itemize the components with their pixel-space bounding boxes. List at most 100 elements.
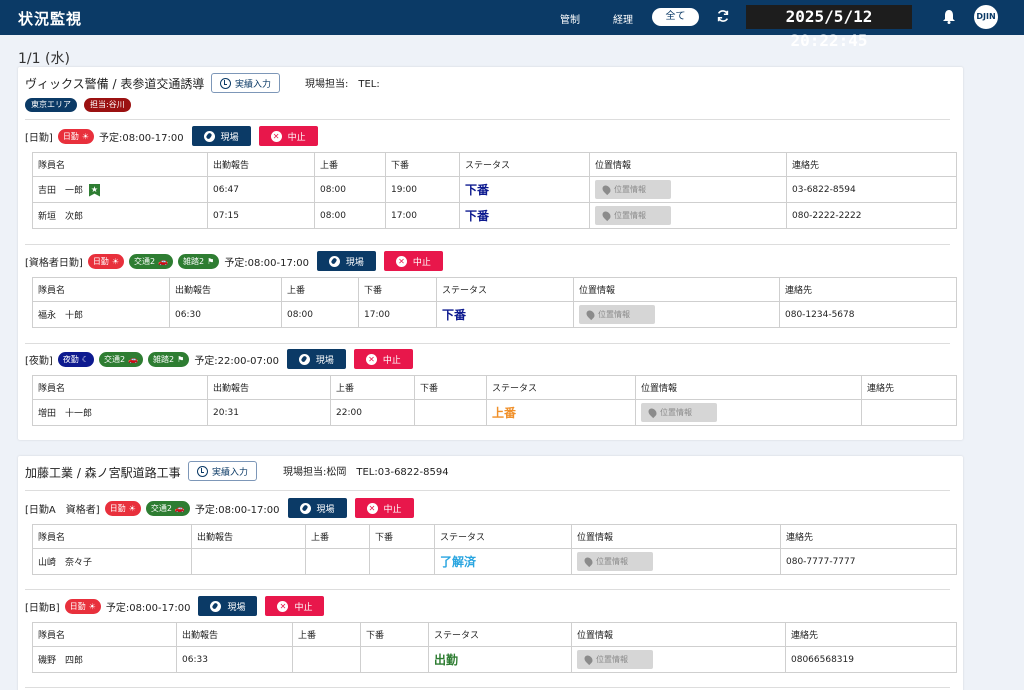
shift-header: [日勤A 資格者] 日勤 ☀ 交通2 🚗 予定:08:00-17:00 現場 ✕ 中止 xyxy=(25,498,414,518)
column-header: 位置情報 xyxy=(589,152,787,177)
location-button[interactable]: 位置情報 xyxy=(577,650,653,669)
filter-all-pill[interactable]: 全て xyxy=(652,8,699,26)
start-cell: 08:00 xyxy=(314,176,386,203)
flag-icon: ⚑ xyxy=(177,354,185,364)
site-button[interactable]: 現場 xyxy=(191,126,251,146)
table-header-row: 隊員名 出勤報告 上番 下番 ステータス 位置情報 連絡先 xyxy=(32,152,957,177)
map-pin-icon xyxy=(584,308,597,321)
column-header: 位置情報 xyxy=(635,375,862,400)
contact-cell: 080-7777-7777 xyxy=(780,548,957,575)
close-icon: ✕ xyxy=(277,600,289,612)
divider xyxy=(25,490,950,491)
shift-label: [日勤] xyxy=(25,132,53,144)
avatar[interactable]: DJIN xyxy=(974,5,998,29)
guard-name-cell: 山崎 奈々子 xyxy=(32,548,192,575)
report-cell: 06:33 xyxy=(176,646,293,673)
refresh-icon[interactable] xyxy=(716,9,730,23)
traffic-chip: 交通2 🚗 xyxy=(98,351,144,367)
status-cell: 了解済 xyxy=(434,548,572,575)
date-heading: 1/1 (水) xyxy=(18,51,70,67)
compass-icon xyxy=(298,353,310,365)
record-entry-button[interactable]: 実績入力 xyxy=(188,461,258,481)
column-header: 下番 xyxy=(414,375,487,400)
report-cell: 06:47 xyxy=(207,176,315,203)
table-row[interactable]: 増田 十一郎 20:31 22:00 上番 位置情報 xyxy=(32,399,957,426)
contact-cell: 080-1234-5678 xyxy=(779,301,957,328)
stop-button[interactable]: ✕ 中止 xyxy=(265,596,325,616)
start-cell: 08:00 xyxy=(314,202,386,229)
site-button[interactable]: 現場 xyxy=(316,251,376,271)
nav-control[interactable]: 管制 xyxy=(560,11,580,26)
table-row[interactable]: 新垣 次郎 07:15 08:00 17:00 下番 位置情報 080-2222… xyxy=(32,202,957,229)
crew-table: 隊員名 出勤報告 上番 下番 ステータス 位置情報 連絡先 福永 十郎 06:3… xyxy=(32,277,957,328)
column-header: 上番 xyxy=(281,277,359,302)
day-shift-chip: 日勤 ☀ xyxy=(64,598,101,614)
table-row[interactable]: 磯野 四郎 06:33 出勤 位置情報 08066568319 xyxy=(32,646,957,673)
area-tag: 東京エリア xyxy=(25,98,77,112)
end-cell xyxy=(369,548,435,575)
status-cell: 下番 xyxy=(459,176,590,203)
traffic-chip: 交通2 🚗 xyxy=(145,500,190,516)
site-button[interactable]: 現場 xyxy=(286,349,346,369)
schedule-text: 予定:08:00-17:00 xyxy=(98,132,184,144)
site-button[interactable]: 現場 xyxy=(198,596,258,616)
stop-button[interactable]: ✕ 中止 xyxy=(353,349,413,369)
contact-cell: 08066568319 xyxy=(785,646,957,673)
record-entry-label: 実績入力 xyxy=(235,79,272,90)
close-icon: ✕ xyxy=(365,353,377,365)
location-button[interactable]: 位置情報 xyxy=(641,403,717,422)
shift-label: [日勤B] xyxy=(25,602,60,614)
report-cell: 06:30 xyxy=(169,301,282,328)
sun-icon: ☀ xyxy=(128,503,136,513)
stop-button[interactable]: ✕ 中止 xyxy=(354,498,414,518)
column-header: 出勤報告 xyxy=(176,622,293,647)
guard-name-cell: 磯野 四郎 xyxy=(32,646,177,673)
clock-icon xyxy=(220,77,231,89)
end-cell: 19:00 xyxy=(385,176,460,203)
column-header: 出勤報告 xyxy=(169,277,282,302)
record-entry-button[interactable]: 実績入力 xyxy=(211,73,281,93)
shift-header: [夜勤] 夜勤 ☾ 交通2 🚗 雑踏2 ⚑ 予定:22:00-07:00 現場 ✕ 中止 xyxy=(25,349,413,369)
status-cell: 下番 xyxy=(436,301,574,328)
location-button[interactable]: 位置情報 xyxy=(595,206,671,225)
star-bookmark-icon: ★ xyxy=(89,183,101,197)
column-header: 隊員名 xyxy=(32,524,192,549)
shift-header: [日勤] 日勤 ☀ 予定:08:00-17:00 現場 ✕ 中止 xyxy=(25,126,318,146)
stop-button[interactable]: ✕ 中止 xyxy=(383,251,443,271)
map-pin-icon xyxy=(600,183,613,196)
crew-table: 隊員名 出勤報告 上番 下番 ステータス 位置情報 連絡先 吉田 一郎 ★ 06:… xyxy=(32,152,957,229)
column-header: 上番 xyxy=(292,622,361,647)
schedule-text: 予定:22:00-07:00 xyxy=(194,355,279,367)
end-cell xyxy=(414,399,487,426)
location-button[interactable]: 位置情報 xyxy=(595,180,671,199)
column-header: 連絡先 xyxy=(785,622,957,647)
location-button[interactable]: 位置情報 xyxy=(577,552,653,571)
shift-header: [資格者日勤] 日勤 ☀ 交通2 🚗 雑踏2 ⚑ 予定:08:00-17:00 現場 … xyxy=(25,251,443,271)
map-pin-icon xyxy=(582,555,595,568)
site-title: 加藤工業 / 森ノ宮駅道路工事 xyxy=(25,466,181,480)
bell-icon[interactable] xyxy=(942,9,956,24)
column-header: 隊員名 xyxy=(32,375,208,400)
table-row[interactable]: 吉田 一郎 ★ 06:47 08:00 19:00 下番 位置情報 03-6822… xyxy=(32,176,957,203)
column-header: 隊員名 xyxy=(32,622,177,647)
column-header: 位置情報 xyxy=(573,277,780,302)
location-button[interactable]: 位置情報 xyxy=(579,305,655,324)
column-header: 隊員名 xyxy=(32,277,170,302)
guard-name-cell: 福永 十郎 xyxy=(32,301,170,328)
divider xyxy=(25,343,950,344)
report-cell xyxy=(191,548,306,575)
column-header: 上番 xyxy=(330,375,415,400)
table-row[interactable]: 山崎 奈々子 了解済 位置情報 080-7777-7777 xyxy=(32,548,957,575)
divider xyxy=(25,687,950,688)
column-header: 出勤報告 xyxy=(207,375,331,400)
nav-accounting[interactable]: 経理 xyxy=(613,11,633,26)
person-tag: 担当:谷川 xyxy=(84,98,131,112)
column-header: 位置情報 xyxy=(571,622,786,647)
compass-icon xyxy=(203,130,215,142)
stop-button[interactable]: ✕ 中止 xyxy=(258,126,318,146)
end-cell: 17:00 xyxy=(358,301,437,328)
site-button[interactable]: 現場 xyxy=(287,498,347,518)
column-header: 連絡先 xyxy=(786,152,957,177)
table-row[interactable]: 福永 十郎 06:30 08:00 17:00 下番 位置情報 080-1234… xyxy=(32,301,957,328)
guard-name-cell: 新垣 次郎 xyxy=(32,202,208,229)
